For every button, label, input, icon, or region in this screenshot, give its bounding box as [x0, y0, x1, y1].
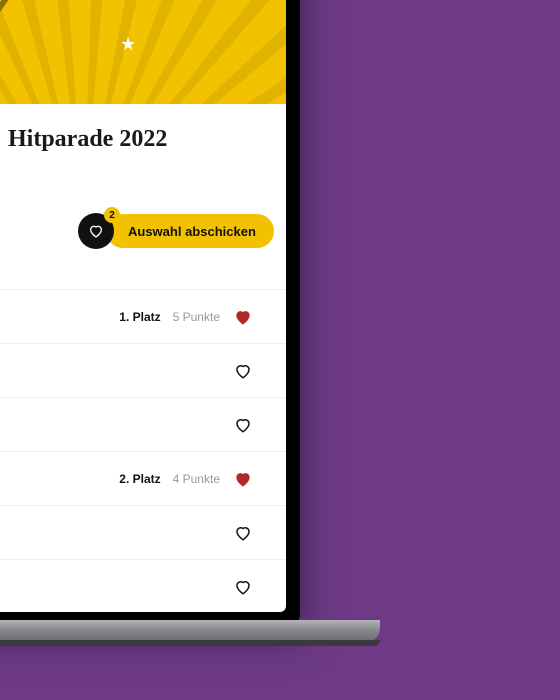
favorite-toggle[interactable]	[232, 522, 254, 544]
star-icon: ★	[120, 34, 136, 55]
page-title: Hitparade 2022	[0, 104, 286, 213]
heart-outline-icon	[88, 223, 104, 239]
track-row	[0, 505, 286, 559]
track-row: 2. Platz 4 Punkte	[0, 451, 286, 505]
heart-outline-icon	[234, 578, 252, 596]
action-row: 2 Auswahl abschicken	[0, 213, 286, 249]
heart-filled-icon	[233, 469, 253, 489]
track-list: 1. Platz 5 Punkte 2. Platz 4 Punkte	[0, 289, 286, 612]
heart-filled-icon	[233, 307, 253, 327]
heart-outline-icon	[234, 416, 252, 434]
track-row	[0, 397, 286, 451]
submit-button[interactable]: Auswahl abschicken	[106, 214, 274, 248]
track-row	[0, 559, 286, 612]
favorites-badge: 2	[104, 207, 120, 223]
app-window: ★ Hitparade 2022 2 Auswahl abschicken 1.…	[0, 0, 286, 612]
guitar-icon	[0, 0, 113, 104]
favorite-toggle[interactable]	[232, 468, 254, 490]
track-row	[0, 343, 286, 397]
favorite-toggle[interactable]	[232, 360, 254, 382]
laptop-base	[0, 620, 380, 642]
favorite-toggle[interactable]	[232, 414, 254, 436]
rank-label: 2. Platz	[119, 472, 160, 486]
track-row: 1. Platz 5 Punkte	[0, 289, 286, 343]
laptop-foot	[0, 640, 380, 646]
favorite-toggle[interactable]	[232, 576, 254, 598]
favorites-counter[interactable]: 2	[78, 213, 114, 249]
points-label: 5 Punkte	[173, 310, 220, 324]
rank-label: 1. Platz	[119, 310, 160, 324]
points-label: 4 Punkte	[173, 472, 220, 486]
heart-outline-icon	[234, 362, 252, 380]
hero-banner: ★	[0, 0, 286, 104]
favorite-toggle[interactable]	[232, 306, 254, 328]
heart-outline-icon	[234, 524, 252, 542]
